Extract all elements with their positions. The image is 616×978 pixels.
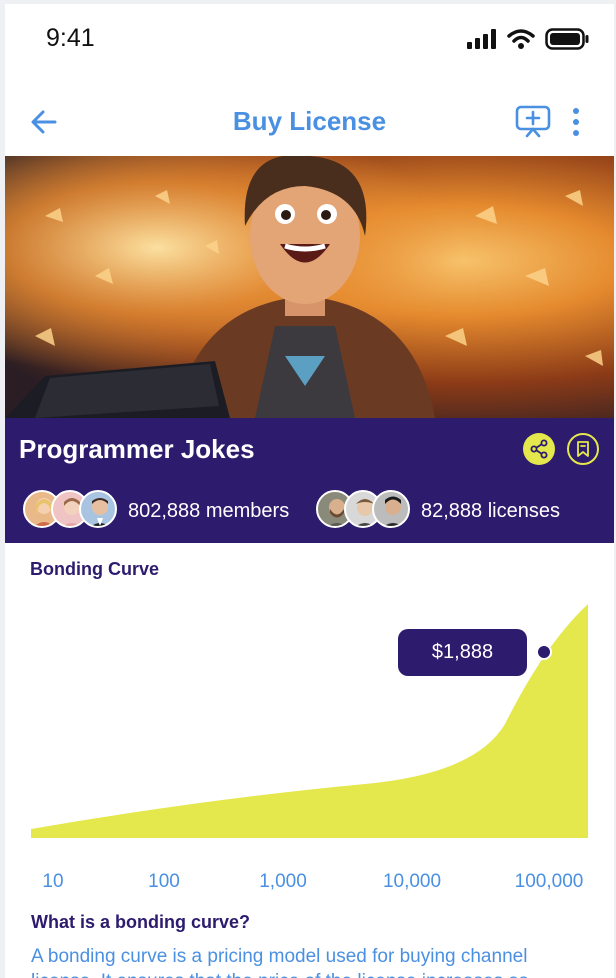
x-tick-label: 10,000 [382,871,442,892]
license-avatars [316,490,412,530]
channel-title: Programmer Jokes [19,434,255,464]
bonding-curve-title: Bonding Curve [30,559,159,579]
phone-screen: 9:41 Buy License Programmer Jokes 802,88… [5,4,614,978]
faq-body: A bonding curve is a pricing model used … [31,946,528,978]
curve-point[interactable] [536,644,552,660]
screen-add-icon[interactable] [515,103,551,139]
avatar [79,490,117,528]
share-icon [530,439,548,459]
price-label: $1,888 [431,641,494,663]
bookmark-button[interactable] [567,433,599,465]
status-time: 9:41 [46,24,95,52]
battery-icon [545,28,589,50]
x-tick-label: 100,000 [514,871,584,892]
hero-illustration [5,156,614,418]
x-tick-label: 10 [42,871,64,892]
x-tick-label: 100 [148,871,180,892]
members-count: 802,888 members [128,500,290,522]
nav-bar: Buy License [5,100,614,146]
x-tick-label: 1,000 [259,871,307,892]
share-button[interactable] [523,433,555,465]
status-bar: 9:41 [5,4,614,74]
avatar [372,490,410,528]
more-vertical-icon[interactable] [565,105,587,139]
faq-title: What is a bonding curve? [31,912,251,932]
status-icons [467,28,589,50]
hero-image [5,156,614,418]
wifi-icon [507,29,535,49]
channel-header: Programmer Jokes 802,888 members 82,888 … [5,418,614,543]
member-avatars [23,490,119,530]
licenses-count: 82,888 licenses [421,500,560,522]
signal-icon [467,29,496,49]
bookmark-icon [577,441,589,457]
